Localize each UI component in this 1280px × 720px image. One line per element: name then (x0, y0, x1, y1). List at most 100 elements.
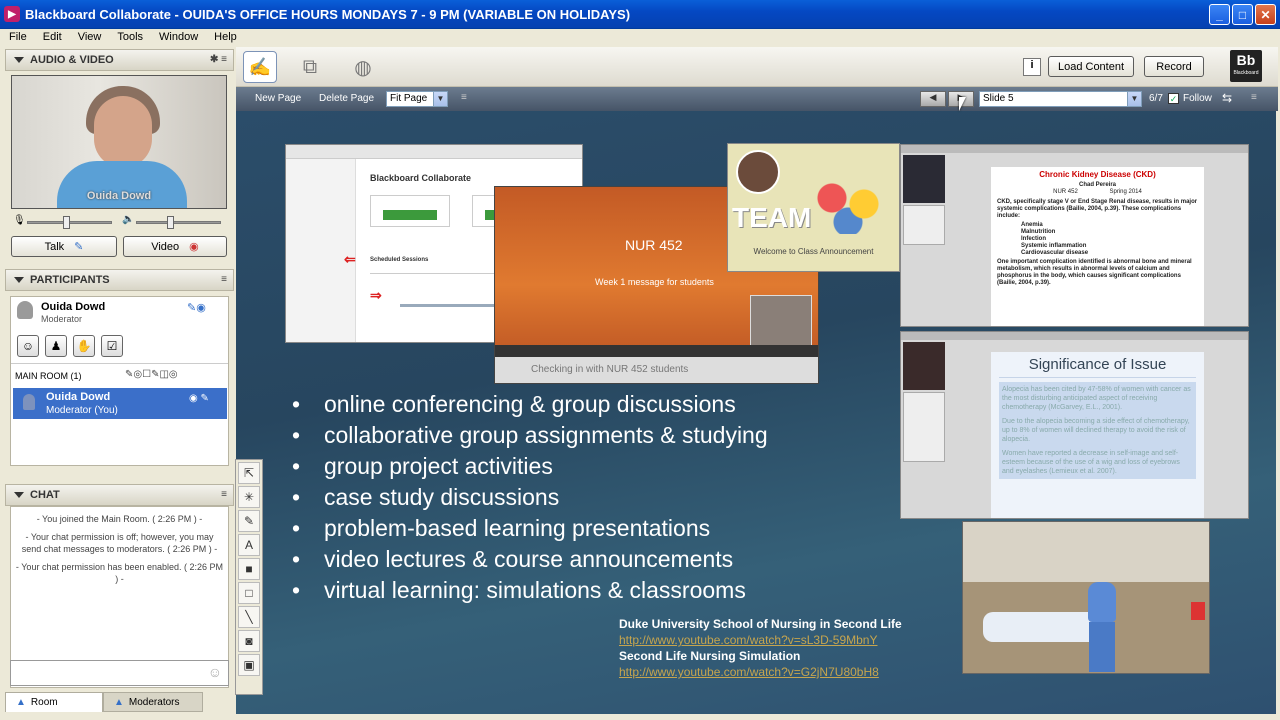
collapse-icon[interactable] (14, 277, 24, 283)
self-role: Moderator (41, 314, 83, 324)
video-feed: Ouida Dowd (11, 75, 227, 209)
whiteboard-toolbar: ✍ ⧉ ◍ i Load Content Record Bb Blackboar… (236, 47, 1278, 87)
line-tool-icon[interactable]: ╲ (238, 606, 260, 628)
speaker-volume-slider[interactable] (136, 216, 221, 229)
minimize-button[interactable]: _ (1209, 4, 1230, 25)
arrow-annotation-icon: ⇐ (344, 251, 356, 267)
audio-video-header[interactable]: AUDIO & VIDEO ✱ ≡ (5, 49, 234, 71)
new-page-button[interactable]: New Page (255, 93, 301, 104)
pen-tool-icon[interactable]: ✎ (238, 510, 260, 532)
collapse-icon[interactable] (14, 57, 24, 63)
rectangle-icon[interactable]: □ (238, 582, 260, 604)
arrow-annotation-icon: ⇒ (370, 287, 382, 303)
reference-link[interactable]: http://www.youtube.com/watch?v=G2jN7U80b… (619, 664, 902, 680)
tab-moderators[interactable]: ▲ Moderators (103, 692, 203, 712)
laser-pointer-icon[interactable]: ✳ (238, 486, 260, 508)
speaker-icon: 🔈 (122, 214, 135, 225)
app-icon: ▶ (4, 6, 20, 22)
slide-bullet: case study discussions (292, 482, 768, 513)
room-icon: ▲ (16, 697, 26, 708)
microphone-icon: 🎙 (13, 215, 26, 226)
talk-mic-icon: ✎ (74, 241, 84, 253)
whiteboard-mode-icon[interactable]: ✍ (243, 51, 277, 83)
window-title: Blackboard Collaborate - OUIDA'S OFFICE … (25, 6, 631, 22)
reference-title: Second Life Nursing Simulation (619, 649, 801, 663)
follow-label: Follow (1183, 93, 1212, 104)
page-bar-options-icon[interactable]: ≡ (461, 92, 467, 103)
emoticon-icon[interactable]: ☺ (208, 664, 222, 680)
close-button[interactable]: ✕ (1255, 4, 1276, 25)
prev-slide-button[interactable]: ◀ (920, 91, 946, 107)
panel-options-icon[interactable]: ≡ (221, 274, 227, 285)
mic-volume-slider[interactable] (27, 216, 112, 229)
load-content-button[interactable]: Load Content (1048, 56, 1134, 77)
follow-checkbox[interactable]: ✓ (1168, 93, 1179, 104)
participants-header[interactable]: PARTICIPANTS ≡ (5, 269, 234, 291)
polling-button[interactable]: ☑ (101, 335, 123, 357)
menu-tools[interactable]: Tools (108, 31, 150, 43)
blackboard-logo: Bb Blackboard (1230, 50, 1262, 82)
slide-bullet: collaborative group assignments & studyi… (292, 420, 768, 451)
second-life-simulation-image (962, 521, 1210, 674)
participants-panel: Ouida Dowd Moderator ✎◉ ☺ ♟ ✋ ☑ MAIN ROO… (10, 296, 229, 466)
emoticon-button[interactable]: ☺ (17, 335, 39, 357)
slide-bullet: group project activities (292, 451, 768, 482)
chat-input[interactable]: ☺ (10, 660, 229, 686)
menu-window[interactable]: Window (150, 31, 205, 43)
video-caption: Ouida Dowd (86, 190, 152, 202)
slide-bar-options-icon[interactable]: ≡ (1251, 92, 1257, 103)
text-tool-icon[interactable]: A (238, 534, 260, 556)
user-avatar (17, 301, 33, 319)
collapse-icon[interactable] (14, 492, 24, 498)
chevron-down-icon: ▼ (1127, 92, 1141, 106)
room-tools-icons[interactable]: ✎◎☐✎◫◎ (125, 369, 178, 380)
reference-link[interactable]: http://www.youtube.com/watch?v=sL3D-59Mb… (619, 632, 902, 648)
slide-bullet-list: online conferencing & group discussions … (292, 389, 768, 606)
audio-status-icon: ✎◉ (187, 302, 206, 314)
slide-bullet: problem-based learning presentations (292, 513, 768, 544)
slide-counter: 6/7 (1149, 93, 1163, 104)
slide-select[interactable]: Slide 5 ▼ (979, 91, 1142, 107)
delete-page-button[interactable]: Delete Page (319, 93, 374, 104)
menu-view[interactable]: View (69, 31, 109, 43)
self-name: Ouida Dowd (41, 301, 106, 313)
chat-message: - Your chat permission is off; however, … (21, 532, 218, 554)
moderators-icon: ▲ (114, 696, 124, 708)
panel-options-icon[interactable]: ≡ (221, 489, 227, 500)
significance-presentation-screenshot: Significance of Issue Alopecia has been … (900, 331, 1249, 519)
whiteboard-page-bar: New Page Delete Page Fit Page ▼ ≡ ◀ ▶ Sl… (236, 87, 1278, 111)
zoom-select[interactable]: Fit Page ▼ (386, 91, 448, 107)
screen-capture-icon[interactable]: ◙ (238, 630, 260, 652)
slide-bullet: virtual learning: simulations & classroo… (292, 575, 768, 606)
talk-button[interactable]: Talk ✎ (11, 236, 117, 257)
tab-room[interactable]: ▲ Room (5, 692, 103, 712)
menu-help[interactable]: Help (205, 31, 244, 43)
app-share-icon[interactable]: ⧉ (293, 51, 327, 83)
menu-edit[interactable]: Edit (34, 31, 69, 43)
filled-rectangle-icon[interactable]: ■ (238, 558, 260, 580)
chat-message: - You joined the Main Room. ( 2:26 PM ) … (36, 514, 203, 524)
slide-bullet: online conferencing & group discussions (292, 389, 768, 420)
maximize-button[interactable]: □ (1232, 4, 1253, 25)
participant-avatar (23, 394, 35, 410)
participant-status-icons: ◉ ✎ (189, 393, 209, 404)
menu-file[interactable]: File (0, 31, 34, 43)
raise-hand-button[interactable]: ✋ (73, 335, 95, 357)
chat-header[interactable]: CHAT ≡ (5, 484, 234, 506)
ckd-presentation-screenshot: Chronic Kidney Disease (CKD) Chad Pereir… (900, 144, 1249, 327)
menu-bar: File Edit View Tools Window Help (0, 29, 1280, 45)
panel-options-icon[interactable]: ✱ ≡ (210, 54, 227, 65)
step-away-button[interactable]: ♟ (45, 335, 67, 357)
clipart-icon[interactable]: ▣ (238, 654, 260, 676)
main-room-label: MAIN ROOM (1) (15, 371, 82, 381)
record-button[interactable]: Record (1144, 56, 1204, 77)
slide-references: Duke University School of Nursing in Sec… (619, 616, 902, 680)
web-tour-icon[interactable]: ◍ (346, 51, 380, 83)
swap-icon[interactable]: ⇆ (1222, 91, 1232, 105)
whiteboard-slide: Blackboard Collaborate Scheduled Session… (236, 111, 1276, 714)
participant-row[interactable]: Ouida Dowd Moderator (You) ◉ ✎ (13, 388, 227, 419)
info-icon[interactable]: i (1023, 58, 1041, 76)
video-button[interactable]: Video ◉ (123, 236, 227, 257)
pointer-tool-icon[interactable]: ⇱ (238, 462, 260, 484)
slide-bullet: video lectures & course announcements (292, 544, 768, 575)
